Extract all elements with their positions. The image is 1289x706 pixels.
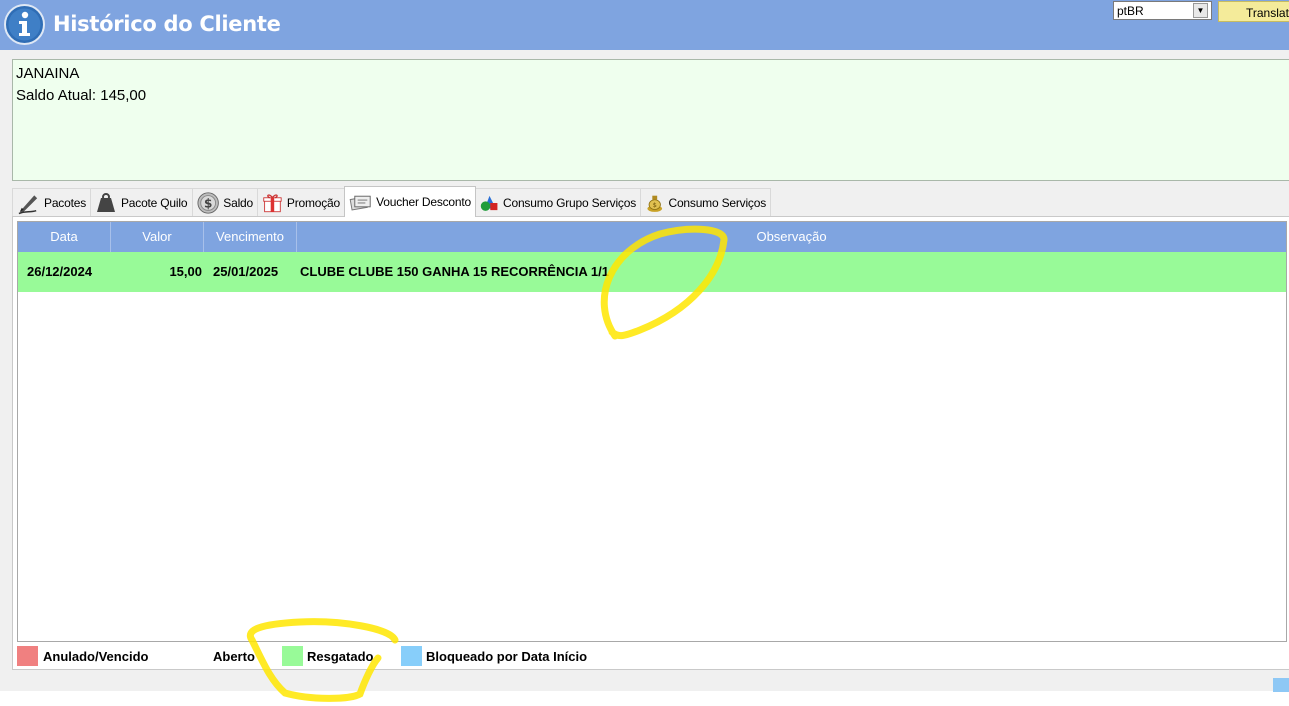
customer-name: JANAINA (16, 65, 80, 82)
legend-swatch-anulado (17, 646, 38, 666)
column-header-valor[interactable]: Valor (111, 222, 204, 252)
grid-header: Data Valor Vencimento Observação (18, 222, 1286, 252)
tab-voucher-desconto[interactable]: Voucher Desconto (344, 186, 476, 217)
cell-observacao: CLUBE CLUBE 150 GANHA 15 RECORRÊNCIA 1/1 (300, 264, 609, 279)
voucher-icon (349, 195, 371, 211)
translate-button[interactable]: Translate (1218, 1, 1289, 22)
shapes-icon (480, 195, 498, 211)
cell-data: 26/12/2024 (27, 264, 93, 279)
tab-label: Consumo Serviços (668, 196, 766, 210)
chevron-down-icon[interactable]: ▼ (1193, 3, 1208, 18)
column-header-data[interactable]: Data (18, 222, 111, 252)
legend-label-anulado: Anulado/Vencido (43, 649, 149, 664)
legend-swatch-aberto (187, 646, 208, 666)
tab-consumo-grupo-servicos[interactable]: Consumo Grupo Serviços (475, 188, 641, 217)
column-header-observacao[interactable]: Observação (297, 222, 1286, 252)
language-select[interactable]: ptBR ▼ (1113, 1, 1212, 20)
customer-info-box: JANAINA Saldo Atual: 145,00 (12, 59, 1289, 181)
svg-text:$: $ (653, 201, 657, 209)
legend-label-bloqueado: Bloqueado por Data Início (426, 649, 588, 664)
tab-label: Voucher Desconto (376, 195, 471, 209)
tab-pacotes[interactable]: Pacotes (12, 188, 91, 217)
tab-label: Saldo (223, 196, 253, 210)
tab-label: Promoção (286, 196, 340, 210)
language-value: ptBR (1117, 3, 1144, 18)
title-bar: Histórico do Cliente ptBR ▼ Translate (0, 0, 1289, 50)
status-bar (0, 691, 1289, 706)
legend-swatch-bloqueado (401, 646, 422, 666)
money-bag-icon: $ (647, 195, 663, 212)
tab-label: Pacote Quilo (121, 196, 188, 210)
dollar-coin-icon: $ (197, 192, 219, 214)
window-title: Histórico do Cliente (53, 12, 281, 36)
resize-grip[interactable] (1273, 678, 1289, 692)
history-tabs: Pacotes Pacote Quilo $ Saldo Promoção Vo… (12, 186, 771, 217)
tab-label: Consumo Grupo Serviços (503, 196, 636, 210)
column-header-vencimento[interactable]: Vencimento (204, 222, 297, 252)
customer-balance: Saldo Atual: 145,00 (16, 87, 147, 104)
tab-promocao[interactable]: Promoção (257, 188, 345, 217)
svg-text:$: $ (204, 197, 212, 211)
table-row[interactable]: 26/12/2024 15,00 25/01/2025 CLUBE CLUBE … (18, 252, 1286, 292)
cell-valor: 15,00 (169, 264, 202, 279)
cell-vencimento: 25/01/2025 (213, 264, 279, 279)
tab-consumo-servicos[interactable]: $ Consumo Serviços (640, 188, 771, 217)
legend-swatch-resgatado (282, 646, 303, 666)
legend-label-aberto: Aberto (213, 649, 255, 664)
voucher-grid[interactable]: Data Valor Vencimento Observação 26/12/2… (17, 221, 1287, 642)
legend-label-resgatado: Resgatado (307, 649, 374, 664)
weight-icon (97, 193, 115, 212)
pen-icon (18, 195, 38, 215)
tab-pacote-quilo[interactable]: Pacote Quilo (90, 188, 193, 217)
tab-saldo[interactable]: $ Saldo (192, 188, 258, 217)
tab-label: Pacotes (44, 196, 86, 210)
gift-icon (263, 194, 282, 213)
info-icon (4, 4, 45, 45)
